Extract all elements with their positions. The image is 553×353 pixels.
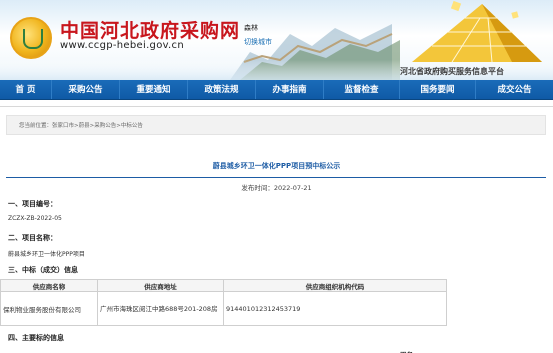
- project-name-value: 蔚县城乡环卫一体化PPP项目: [8, 251, 85, 258]
- col-header-supplier-name: 供应商名称: [0, 279, 98, 292]
- table-row: 保利物业服务股份有限公司 广州市海珠区阅江中路688号201-208房 9144…: [0, 291, 447, 326]
- service-label: 服务: [400, 349, 413, 353]
- supplier-name-cell: 保利物业服务股份有限公司: [0, 291, 98, 326]
- col-header-org-code: 供应商组织机构代码: [223, 279, 447, 292]
- switch-city-link[interactable]: 切换城市: [244, 37, 272, 47]
- nav-item-home[interactable]: 首 页: [0, 80, 52, 99]
- nav-item-guide[interactable]: 办事指南: [256, 80, 324, 99]
- nav-item-policies[interactable]: 政策法规: [188, 80, 256, 99]
- site-url: www.ccgp-hebei.gov.cn: [60, 40, 184, 51]
- breadcrumb-bar: 您当前位置：张家口市>蔚县>采购公告>中标公告: [6, 115, 546, 135]
- nav-item-supervision[interactable]: 监督检查: [324, 80, 400, 99]
- section-award-info-heading: 三、中标（成交）信息: [8, 266, 78, 274]
- gov-procurement-emblem-icon: [10, 17, 52, 59]
- publish-date: 发布时间：2022-07-21: [241, 184, 312, 192]
- title-divider: [6, 177, 546, 178]
- breadcrumb[interactable]: 您当前位置：张家口市>蔚县>采购公告>中标公告: [19, 121, 143, 129]
- winning-bidder-table: 供应商名称 供应商地址 供应商组织机构代码 保利物业服务股份有限公司 广州市海珠…: [0, 279, 447, 326]
- supplier-address-cell: 广州市海珠区阅江中路688号201-208房: [97, 291, 224, 326]
- nav-item-procurement-notices[interactable]: 采购公告: [52, 80, 120, 99]
- site-title: 中国河北政府采购网: [60, 20, 241, 42]
- section-main-subject-heading: 四、主要标的信息: [8, 334, 64, 342]
- org-code-cell: 91440101231245371​9: [223, 291, 447, 326]
- nav-item-important-notices[interactable]: 重要通知: [120, 80, 188, 99]
- notice-title: 蔚县城乡环卫一体化PPP项目预中标公示: [212, 162, 341, 170]
- nav-item-deals[interactable]: 成交公告: [476, 80, 553, 99]
- section-project-number-heading: 一、项目编号：: [8, 200, 57, 208]
- project-number-value: ZCZX-ZB-2022-05: [8, 215, 62, 222]
- col-header-supplier-address: 供应商地址: [97, 279, 224, 292]
- nav-item-news[interactable]: 国务要闻: [400, 80, 476, 99]
- main-nav: 首 页 采购公告 重要通知 政策法规 办事指南 监督检查 国务要闻 成交公告: [0, 80, 553, 100]
- table-header-row: 供应商名称 供应商地址 供应商组织机构代码: [0, 279, 447, 292]
- article-content: 您当前位置：张家口市>蔚县>采购公告>中标公告 蔚县城乡环卫一体化PPP项目预中…: [0, 106, 553, 353]
- golden-pyramid-icon: [412, 0, 542, 63]
- user-name: 森林: [244, 24, 258, 32]
- site-banner: 中国河北政府采购网 www.ccgp-hebei.gov.cn 森林 切换城市 …: [0, 0, 553, 80]
- platform-label: 河北省政府购买服务信息平台: [400, 67, 504, 76]
- section-project-name-heading: 二、项目名称：: [8, 234, 57, 242]
